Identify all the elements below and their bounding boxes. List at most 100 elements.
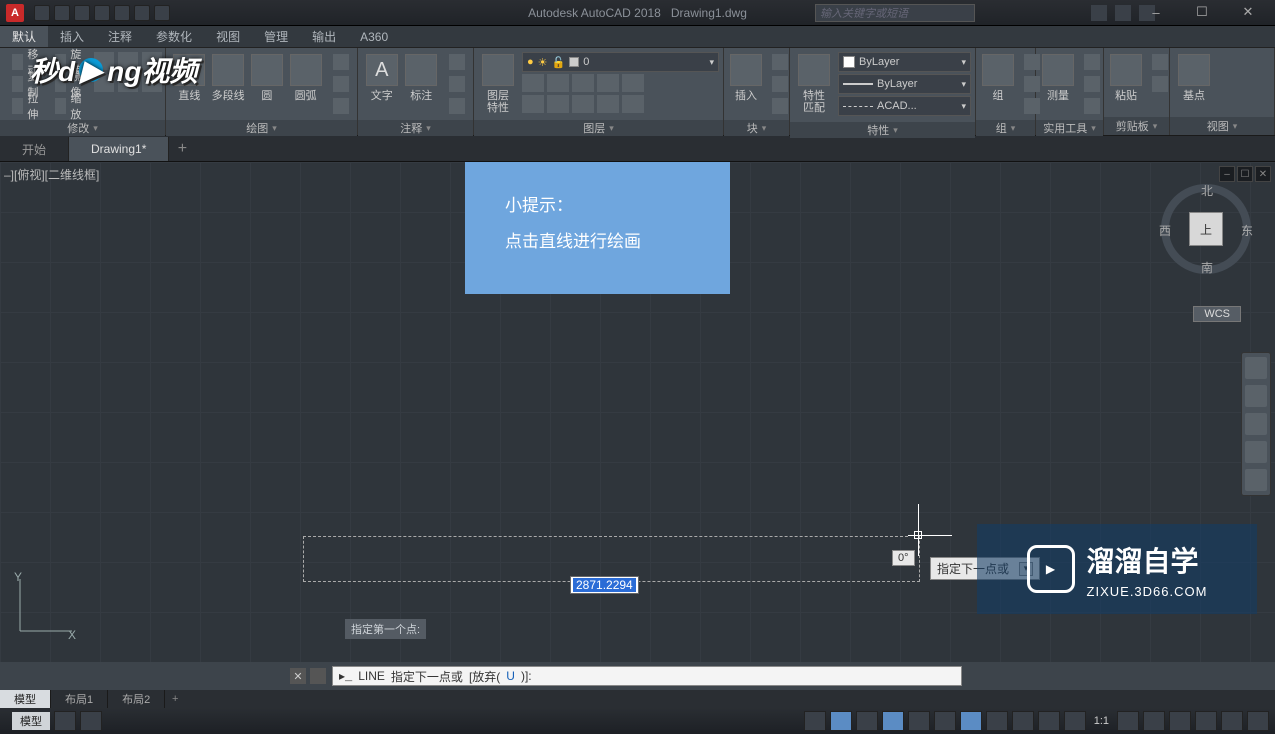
polyline-button[interactable]: 多段线 [209,52,248,104]
status-polar[interactable] [856,711,878,731]
qat-save[interactable] [74,5,90,21]
status-cleanscreen[interactable] [1221,711,1243,731]
status-transparency[interactable] [1012,711,1034,731]
panel-annotation-title[interactable]: 注释 [358,120,473,136]
measure-button[interactable]: 测量 [1040,52,1076,104]
viewcube-south[interactable]: 南 [1201,259,1213,276]
text-button[interactable]: A文字 [362,52,402,104]
status-otrack[interactable] [934,711,956,731]
commandline-customize[interactable] [310,668,326,684]
cut-button[interactable] [1148,52,1172,72]
window-maximize[interactable]: ☐ [1179,0,1225,24]
linetype-dropdown[interactable]: ACAD... [838,96,971,116]
app-icon[interactable]: A [6,4,24,22]
circle-button[interactable]: 圆 [248,52,287,104]
start-tab[interactable]: 开始 [0,137,69,161]
viewport-label[interactable]: –][俯视][二维线框] [4,166,99,183]
exchange-icon[interactable] [1115,5,1131,21]
create-block-button[interactable] [768,52,792,72]
vp-maximize[interactable]: ☐ [1237,166,1253,182]
add-layout-button[interactable]: + [165,690,185,708]
zoom-extents-button[interactable] [1245,413,1267,435]
dimension-button[interactable]: 标注 [402,52,442,104]
tab-insert[interactable]: 插入 [48,26,96,47]
qat-new[interactable] [34,5,50,21]
layout2-tab[interactable]: 布局2 [108,690,165,708]
window-minimize[interactable]: – [1133,0,1179,24]
lineweight-dropdown[interactable]: ByLayer [838,74,971,94]
panel-clipboard-title[interactable]: 剪贴板 [1104,117,1169,135]
status-3dosnap[interactable] [908,711,930,731]
qat-open[interactable] [54,5,70,21]
ellipse-button[interactable] [329,74,353,94]
orbit-button[interactable] [1245,441,1267,463]
util-b3[interactable] [1080,96,1104,116]
tab-output[interactable]: 输出 [300,26,348,47]
viewcube-east[interactable]: 东 [1241,222,1253,239]
layer-btn9[interactable] [597,95,619,113]
vp-minimize[interactable]: – [1219,166,1235,182]
panel-layers-title[interactable]: 图层 [474,120,723,136]
layer-match-button[interactable] [622,74,644,92]
viewcube-west[interactable]: 西 [1159,222,1171,239]
qat-redo[interactable] [154,5,170,21]
status-hardware[interactable] [1169,711,1191,731]
panel-group-title[interactable]: 组 [976,120,1035,136]
dynamic-angle[interactable]: 0° [892,550,915,566]
tab-annotate[interactable]: 注释 [96,26,144,47]
stretch-button[interactable]: 拉伸 [8,96,47,116]
commandline-close[interactable]: ✕ [290,668,306,684]
panel-modify-title[interactable]: 修改 [0,120,165,136]
util-b2[interactable] [1080,74,1104,94]
pan-button[interactable] [1245,385,1267,407]
qat-plot[interactable] [114,5,130,21]
status-customize[interactable] [1247,711,1269,731]
hatch-button[interactable] [329,96,353,116]
status-grid[interactable] [54,711,76,731]
viewcube[interactable]: 上 北 南 东 西 [1161,184,1251,274]
panel-block-title[interactable]: 块 [724,120,789,136]
match-properties-button[interactable]: 特性 匹配 [794,52,834,116]
panel-draw-title[interactable]: 绘图 [166,120,357,136]
status-dyninput[interactable] [960,711,982,731]
qat-undo[interactable] [134,5,150,21]
status-model[interactable]: 模型 [12,712,50,730]
insert-block-button[interactable]: 插入 [728,52,764,104]
status-isolate[interactable] [1195,711,1217,731]
edit-block-button[interactable] [768,74,792,94]
viewcube-top-face[interactable]: 上 [1189,212,1223,246]
layer-freeze-button[interactable] [572,74,594,92]
paste-button[interactable]: 粘贴 [1108,52,1144,104]
new-tab-button[interactable]: + [169,137,195,161]
scale-button[interactable]: 缩放 [51,96,90,116]
status-workspace[interactable] [1143,711,1165,731]
group-button[interactable]: 组 [980,52,1016,104]
signin-icon[interactable] [1091,5,1107,21]
steering-wheel-button[interactable] [1245,357,1267,379]
layer-btn10[interactable] [622,95,644,113]
window-close[interactable]: ✕ [1225,0,1271,24]
arc-button[interactable]: 圆弧 [286,52,325,104]
drawing-area[interactable]: –][俯视][二维线框] – ☐ ✕ 上 北 南 东 西 WCS 小提示： 点击… [0,162,1275,662]
panel-utilities-title[interactable]: 实用工具 [1036,120,1103,136]
status-annoscale[interactable] [1117,711,1139,731]
status-infer[interactable] [804,711,826,731]
qat-saveas[interactable] [94,5,110,21]
panel-view-title[interactable]: 视图 [1170,117,1274,135]
tab-a360[interactable]: A360 [348,26,400,47]
tab-parametric[interactable]: 参数化 [144,26,204,47]
command-input[interactable]: ▸_ LINE 指定下一点或 [放弃(U)]: [332,666,962,686]
model-tab[interactable]: 模型 [0,690,51,708]
status-ortho[interactable] [830,711,852,731]
viewcube-north[interactable]: 北 [1201,182,1213,199]
showmotion-button[interactable] [1245,469,1267,491]
color-dropdown[interactable]: ByLayer [838,52,971,72]
status-snapmode[interactable] [80,711,102,731]
basepoint-button[interactable]: 基点 [1174,52,1214,104]
layer-off-button[interactable] [547,74,569,92]
mtext-button[interactable] [445,96,469,116]
layer-properties-button[interactable]: 图层 特性 [478,52,518,116]
table-button[interactable] [445,74,469,94]
util-b1[interactable] [1080,52,1104,72]
tab-view[interactable]: 视图 [204,26,252,47]
